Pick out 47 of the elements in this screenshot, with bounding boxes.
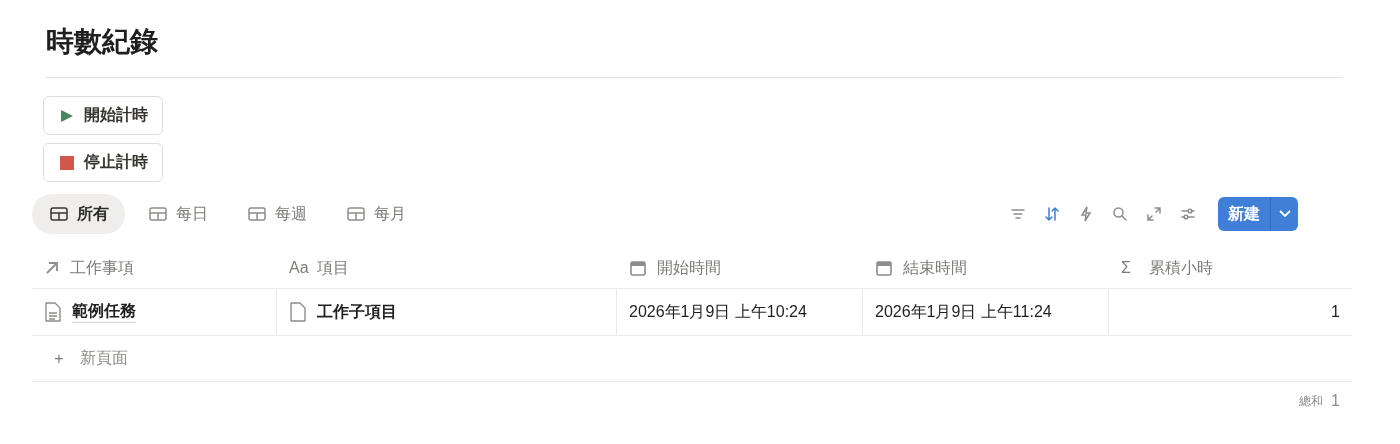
number-text: 1: [1331, 303, 1340, 321]
search-icon: [1111, 205, 1129, 223]
new-page-button[interactable]: + 新頁面: [32, 336, 1352, 382]
document-icon: [44, 301, 62, 323]
column-label: 項目: [317, 257, 349, 278]
sum-value: 1: [1331, 392, 1340, 410]
toolbar-tool[interactable]: [1042, 204, 1062, 224]
column-label: 開始時間: [657, 257, 721, 278]
new-button[interactable]: 新建: [1218, 197, 1270, 231]
arrow-icon: [44, 260, 60, 276]
view-tab[interactable]: 每日: [131, 194, 224, 234]
page-link[interactable]: 範例任務: [72, 301, 136, 323]
column-header[interactable]: 開始時間: [617, 248, 863, 288]
column-label: 累積小時: [1149, 257, 1213, 278]
calendar-icon: [629, 259, 647, 277]
toolbar-tool[interactable]: [1144, 204, 1164, 224]
sort-icon: [1043, 205, 1061, 223]
expand-icon: [1145, 205, 1163, 223]
table-icon: [149, 207, 167, 221]
column-header[interactable]: Σ 累積小時: [1109, 248, 1352, 288]
sum-label: 總和: [1299, 392, 1324, 410]
stop-icon: [60, 155, 74, 170]
column-header[interactable]: 結束時間: [863, 248, 1109, 288]
column-label: 結束時間: [903, 257, 967, 278]
stop-button[interactable]: 停止計時: [43, 143, 163, 182]
date-text: 2026年1月9日 上午10:24: [629, 301, 807, 322]
column-header[interactable]: 工作事項: [32, 248, 277, 288]
view-tab[interactable]: 每週: [230, 194, 323, 234]
table-icon: [347, 207, 365, 221]
toolbar-tool[interactable]: [1110, 204, 1130, 224]
table-icon: [248, 207, 266, 221]
column-label: 工作事項: [70, 257, 134, 278]
start-button[interactable]: 開始計時: [43, 96, 163, 135]
text-type-icon: Aa: [289, 259, 307, 277]
view-tab[interactable]: 所有: [32, 194, 125, 234]
sigma-icon: Σ: [1121, 259, 1139, 277]
calendar-icon: [875, 259, 893, 277]
plus-icon: +: [50, 349, 68, 368]
date-text: 2026年1月9日 上午11:24: [875, 301, 1052, 322]
table-icon: [50, 207, 68, 221]
column-header[interactable]: Aa 項目: [277, 248, 617, 288]
page-title-text[interactable]: 工作子項目: [317, 301, 397, 323]
view-tab[interactable]: 每月: [329, 194, 422, 234]
play-icon: [60, 108, 74, 123]
document-icon: [289, 301, 307, 323]
page-title: 時數紀錄: [46, 25, 159, 59]
caret-icon: [1278, 210, 1291, 218]
